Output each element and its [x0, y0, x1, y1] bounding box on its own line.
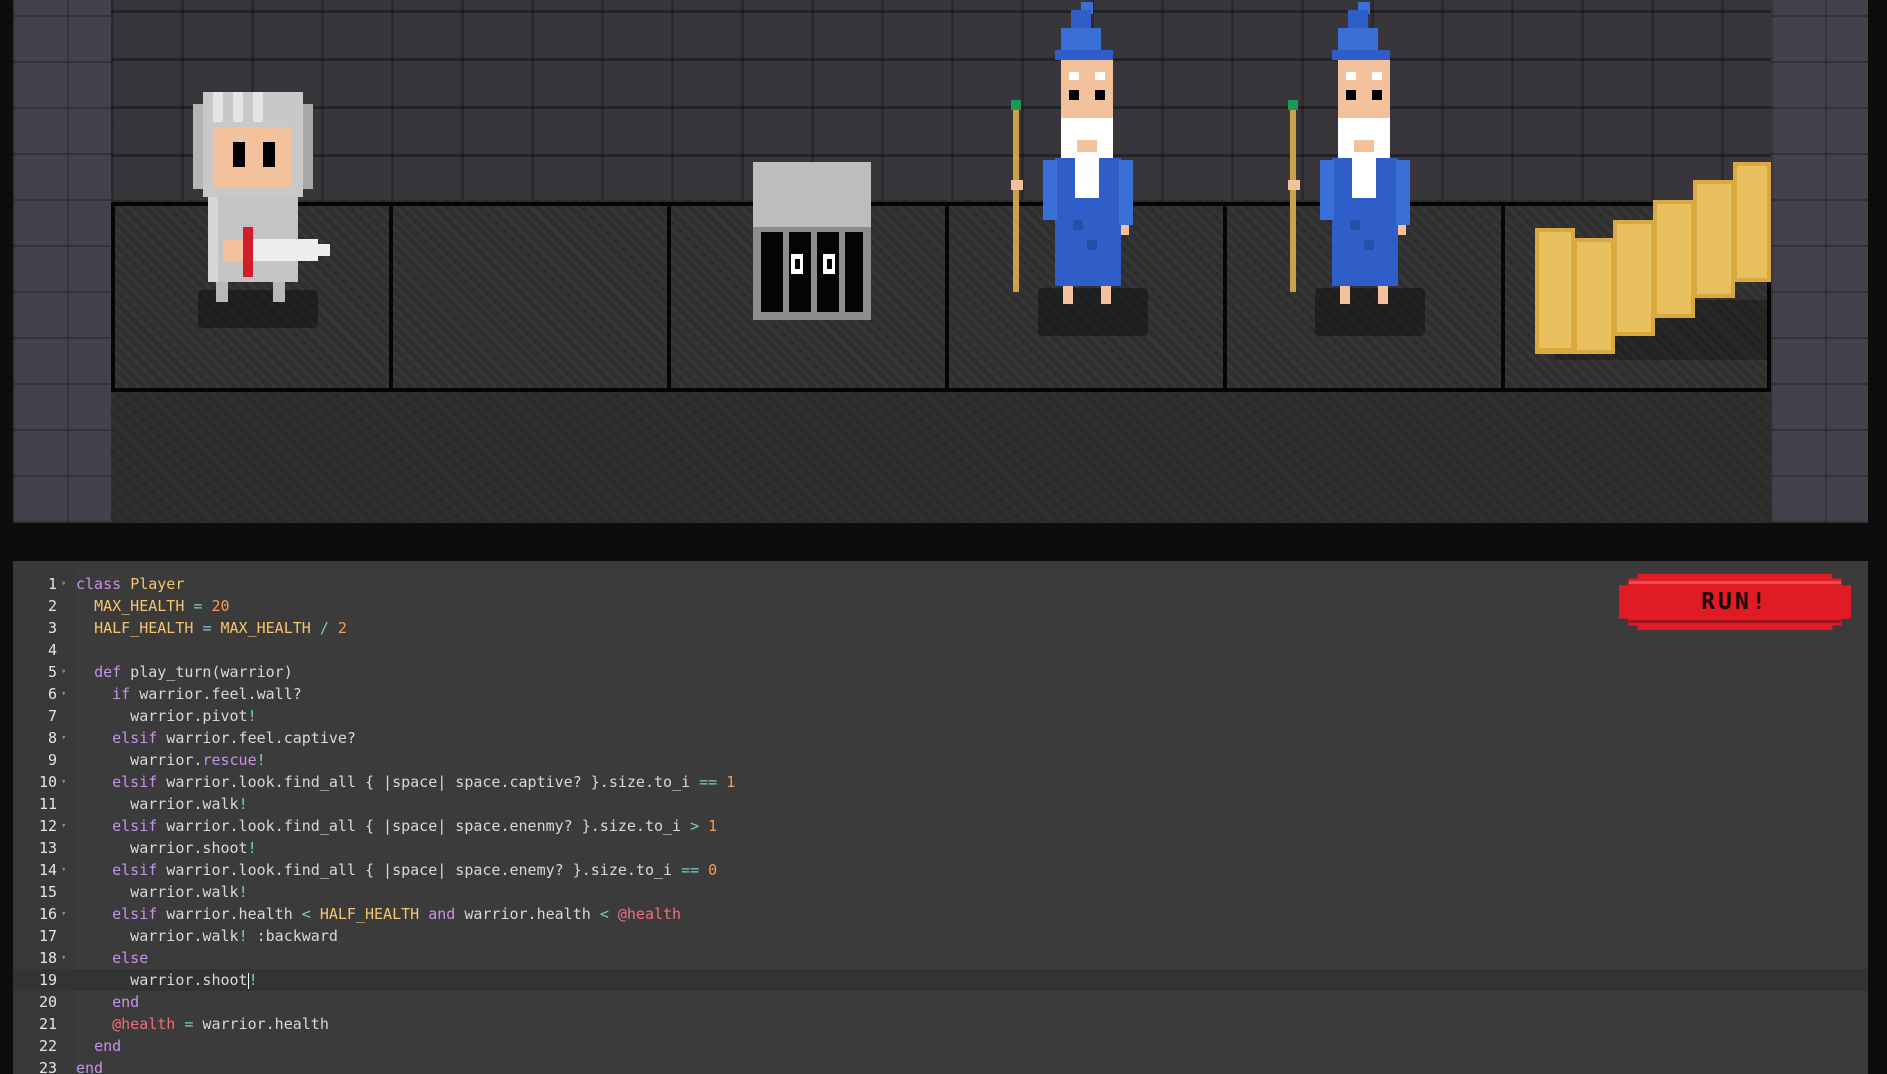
- line-number: 14: [38, 861, 57, 879]
- code-text: warrior.walk!: [76, 883, 248, 901]
- code-text: warrior.pivot!: [76, 707, 257, 725]
- game-scene: [13, 0, 1868, 523]
- line-number: 19: [38, 971, 57, 989]
- code-line[interactable]: 12 ▾ elsif warrior.look.find_all { |space…: [13, 815, 1868, 837]
- code-line[interactable]: 8 ▾ elsif warrior.feel.captive?: [13, 727, 1868, 749]
- fold-arrow-icon[interactable]: ▾: [61, 815, 66, 837]
- code-line[interactable]: 1 ▾ class Player: [13, 573, 1868, 595]
- code-line[interactable]: 18 ▾ else: [13, 947, 1868, 969]
- code-line[interactable]: 9 warrior.rescue!: [13, 749, 1868, 771]
- code-line[interactable]: 20 end: [13, 991, 1868, 1013]
- left-wall: [13, 0, 111, 523]
- line-number: 17: [38, 927, 57, 945]
- fold-arrow-icon[interactable]: ▾: [61, 947, 66, 969]
- code-line[interactable]: 10 ▾ elsif warrior.look.find_all { |space…: [13, 771, 1868, 793]
- code-line[interactable]: 3 HALF_HEALTH = MAX_HEALTH / 2: [13, 617, 1868, 639]
- line-number: 1: [47, 575, 57, 593]
- code-text: elsif warrior.feel.captive?: [112, 729, 356, 747]
- code-line[interactable]: 7 warrior.pivot!: [13, 705, 1868, 727]
- code-editor[interactable]: 1 ▾ class Player 2 MAX_HEALTH = 20 3 HALF_HE…: [13, 561, 1868, 1074]
- line-number: 10: [38, 773, 57, 791]
- code-line[interactable]: 16 ▾ elsif warrior.health < HALF_HEALTH a…: [13, 903, 1868, 925]
- line-number: 5: [47, 663, 57, 681]
- code-line[interactable]: 19 warrior.shoot!: [13, 969, 1868, 991]
- code-text: warrior.rescue!: [76, 751, 266, 769]
- line-number: 2: [47, 597, 57, 615]
- fold-arrow-icon[interactable]: ▾: [61, 683, 66, 705]
- line-number: 20: [38, 993, 57, 1011]
- code-line[interactable]: 6 ▾ if warrior.feel.wall?: [13, 683, 1868, 705]
- code-text: MAX_HEALTH = 20: [94, 597, 230, 615]
- line-number: 13: [38, 839, 57, 857]
- code-text: else: [112, 949, 149, 967]
- code-text: warrior.walk! :backward: [76, 927, 338, 945]
- code-line[interactable]: 4: [13, 639, 1868, 661]
- code-text: elsif warrior.health < HALF_HEALTH and w…: [112, 905, 682, 923]
- line-number: 7: [47, 707, 57, 725]
- code-line[interactable]: 5 ▾ def play_turn(warrior): [13, 661, 1868, 683]
- wizard-sprite: [1288, 2, 1410, 304]
- fold-arrow-icon[interactable]: ▾: [61, 903, 66, 925]
- line-number: 6: [47, 685, 57, 703]
- line-number: 16: [38, 905, 57, 923]
- line-number: 21: [38, 1015, 57, 1033]
- fold-arrow-icon[interactable]: ▾: [61, 859, 66, 881]
- run-button[interactable]: RUN!: [1619, 574, 1851, 630]
- captive-sprite: [753, 162, 871, 320]
- line-number: 12: [38, 817, 57, 835]
- fold-arrow-icon[interactable]: ▾: [61, 771, 66, 793]
- fold-arrow-icon[interactable]: ▾: [61, 661, 66, 683]
- line-number: 11: [38, 795, 57, 813]
- code-line[interactable]: 22 end: [13, 1035, 1868, 1057]
- code-text: elsif warrior.look.find_all { |space| sp…: [112, 817, 718, 835]
- code-text: HALF_HEALTH = MAX_HEALTH / 2: [94, 619, 347, 637]
- line-number: 3: [47, 619, 57, 637]
- code-text: end: [76, 1059, 104, 1074]
- line-number: 22: [38, 1037, 57, 1055]
- code-line[interactable]: 2 MAX_HEALTH = 20: [13, 595, 1868, 617]
- line-number: 4: [47, 641, 57, 659]
- fold-arrow-icon[interactable]: ▾: [61, 573, 66, 595]
- code-line[interactable]: 13 warrior.shoot!: [13, 837, 1868, 859]
- code-line[interactable]: 23 end: [13, 1057, 1868, 1074]
- line-number: 23: [38, 1059, 57, 1074]
- wizard-sprite: [1011, 2, 1133, 304]
- run-button-label: RUN!: [1629, 581, 1841, 623]
- code-text: elsif warrior.look.find_all { |space| sp…: [112, 773, 736, 791]
- code-text: if warrior.feel.wall?: [112, 685, 302, 703]
- line-number: 18: [38, 949, 57, 967]
- floor-tile: [389, 202, 671, 392]
- code-text: end: [94, 1037, 122, 1055]
- fold-arrow-icon[interactable]: ▾: [61, 727, 66, 749]
- code-text: warrior.shoot!: [76, 839, 257, 857]
- code-text: elsif warrior.look.find_all { |space| sp…: [112, 861, 718, 879]
- code-line[interactable]: 15 warrior.walk!: [13, 881, 1868, 903]
- line-number: 9: [47, 751, 57, 769]
- code-line[interactable]: 14 ▾ elsif warrior.look.find_all { |space…: [13, 859, 1868, 881]
- code-line[interactable]: 17 warrior.walk! :backward: [13, 925, 1868, 947]
- stairs-sprite: [1535, 162, 1771, 354]
- line-number: 8: [47, 729, 57, 747]
- warrior-sprite: [193, 92, 330, 302]
- code-text: end: [112, 993, 140, 1011]
- line-number: 15: [38, 883, 57, 901]
- code-text: warrior.walk!: [76, 795, 248, 813]
- code-text: class Player: [76, 575, 185, 593]
- code-text: warrior.shoot!: [76, 971, 258, 989]
- right-wall: [1771, 0, 1868, 523]
- code-text: def play_turn(warrior): [94, 663, 293, 681]
- code-text: @health = warrior.health: [112, 1015, 329, 1033]
- code-line[interactable]: 11 warrior.walk!: [13, 793, 1868, 815]
- code-line[interactable]: 21 @health = warrior.health: [13, 1013, 1868, 1035]
